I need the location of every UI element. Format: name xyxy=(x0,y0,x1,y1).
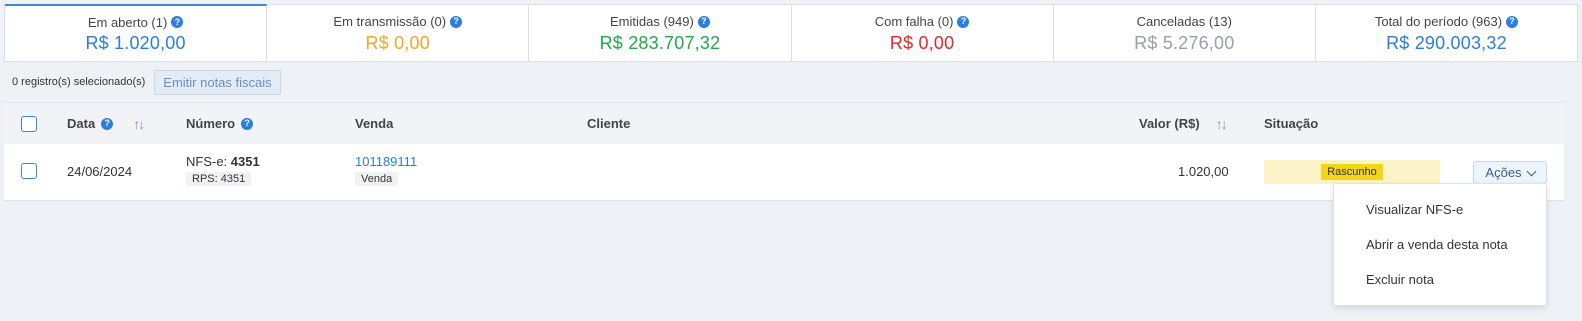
menu-item-open-sale[interactable]: Abrir a venda desta nota xyxy=(1366,237,1508,252)
help-icon[interactable]: ? xyxy=(1506,15,1519,28)
sort-icon[interactable]: ↑↓ xyxy=(1216,116,1228,132)
header-sale: Venda xyxy=(355,116,394,131)
invoices-table: Data ? ↑↓ Número ? Venda Cliente Valor (… xyxy=(4,102,1564,201)
selection-bar: 0 registro(s) selecionado(s) Emitir nota… xyxy=(4,62,1564,102)
chevron-down-icon xyxy=(1526,166,1537,176)
row-number-prefix: NFS-e: xyxy=(186,154,231,169)
tab-total-do-periodo[interactable]: Total do período (963)? R$ 290.003,32 xyxy=(1316,5,1577,61)
status-badge: Rascunho xyxy=(1321,164,1383,180)
status-cell: Rascunho xyxy=(1264,160,1440,184)
tab-label: Total do período (963) xyxy=(1374,14,1503,29)
tab-em-aberto[interactable]: Em aberto (1)? R$ 1.020,00 xyxy=(5,4,268,61)
help-icon[interactable]: ? xyxy=(957,15,970,28)
header-date: Data xyxy=(67,116,96,131)
row-date: 24/06/2024 xyxy=(67,164,133,179)
rps-badge: RPS: 4351 xyxy=(186,172,252,186)
help-icon[interactable]: ? xyxy=(241,117,254,130)
table-header: Data ? ↑↓ Número ? Venda Cliente Valor (… xyxy=(4,102,1564,144)
row-checkbox[interactable] xyxy=(21,163,37,179)
help-icon[interactable]: ? xyxy=(450,15,463,28)
sort-icon[interactable]: ↑↓ xyxy=(133,116,145,132)
header-value: Valor (R$) xyxy=(1139,116,1200,131)
tab-value: R$ 5.276,00 xyxy=(1134,32,1235,53)
header-status: Situação xyxy=(1264,116,1319,131)
selection-count: 0 registro(s) selecionado(s) xyxy=(12,76,146,88)
tab-em-transmissao[interactable]: Em transmissão (0)? R$ 0,00 xyxy=(267,5,530,61)
help-icon[interactable]: ? xyxy=(101,117,114,130)
tab-label: Com falha (0) xyxy=(874,14,954,29)
tab-value: R$ 283.707,32 xyxy=(599,32,721,53)
menu-item-delete-invoice[interactable]: Excluir nota xyxy=(1366,272,1434,287)
actions-label: Ações xyxy=(1485,165,1522,180)
summary-tabs: Em aberto (1)? R$ 1.020,00 Em transmissã… xyxy=(4,4,1578,62)
select-all-checkbox[interactable] xyxy=(21,116,37,132)
help-icon[interactable]: ? xyxy=(171,16,184,28)
tab-emitidas[interactable]: Emitidas (949)? R$ 283.707,32 xyxy=(529,5,792,61)
tab-label: Canceladas (13) xyxy=(1136,14,1232,29)
tab-canceladas[interactable]: Canceladas (13) R$ 5.276,00 xyxy=(1054,5,1316,61)
menu-item-view-nfse[interactable]: Visualizar NFS-e xyxy=(1366,202,1463,217)
tab-label: Em transmissão (0) xyxy=(333,14,447,29)
help-icon[interactable]: ? xyxy=(697,15,710,28)
header-client: Cliente xyxy=(587,116,631,131)
tab-value: R$ 0,00 xyxy=(365,32,430,53)
tab-com-falha[interactable]: Com falha (0)? R$ 0,00 xyxy=(792,5,1054,61)
tab-value: R$ 290.003,32 xyxy=(1386,32,1507,53)
header-number: Número xyxy=(186,116,236,131)
tab-label: Em aberto (1) xyxy=(87,14,168,30)
actions-button[interactable]: Ações xyxy=(1473,161,1547,184)
tab-value: R$ 1.020,00 xyxy=(85,33,186,53)
sale-link[interactable]: 101189111 xyxy=(355,154,417,169)
actions-dropdown-menu: Visualizar NFS-e Abrir a venda desta not… xyxy=(1333,183,1547,306)
tab-label: Emitidas (949) xyxy=(610,14,694,29)
emit-invoices-button[interactable]: Emitir notas fiscais xyxy=(154,69,281,95)
sale-type-badge: Venda xyxy=(355,172,399,186)
tab-value: R$ 0,00 xyxy=(889,32,955,53)
table-row: 24/06/2024 NFS-e: 4351 RPS: 4351 1011891… xyxy=(4,144,1564,201)
row-value: 1.020,00 xyxy=(1178,164,1229,179)
row-number: 4351 xyxy=(230,154,260,169)
